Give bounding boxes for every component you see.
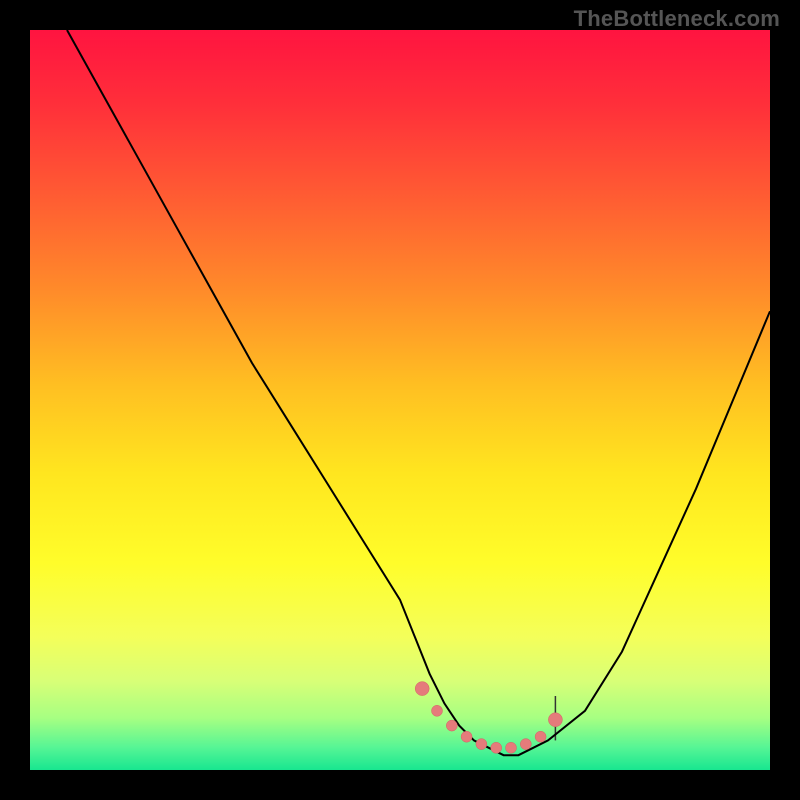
optimal-dot — [446, 720, 457, 731]
plot-area — [30, 30, 770, 770]
gradient-background — [30, 30, 770, 770]
optimal-dot — [520, 739, 531, 750]
watermark-text: TheBottleneck.com — [574, 6, 780, 32]
optimal-dot — [506, 742, 517, 753]
optimal-dot — [432, 705, 443, 716]
optimal-dot — [461, 731, 472, 742]
optimal-dot — [535, 731, 546, 742]
chart-frame: TheBottleneck.com — [0, 0, 800, 800]
optimal-dot — [415, 682, 429, 696]
plot-svg — [30, 30, 770, 770]
optimal-dot — [548, 713, 562, 727]
optimal-dot — [491, 742, 502, 753]
optimal-dot — [476, 739, 487, 750]
